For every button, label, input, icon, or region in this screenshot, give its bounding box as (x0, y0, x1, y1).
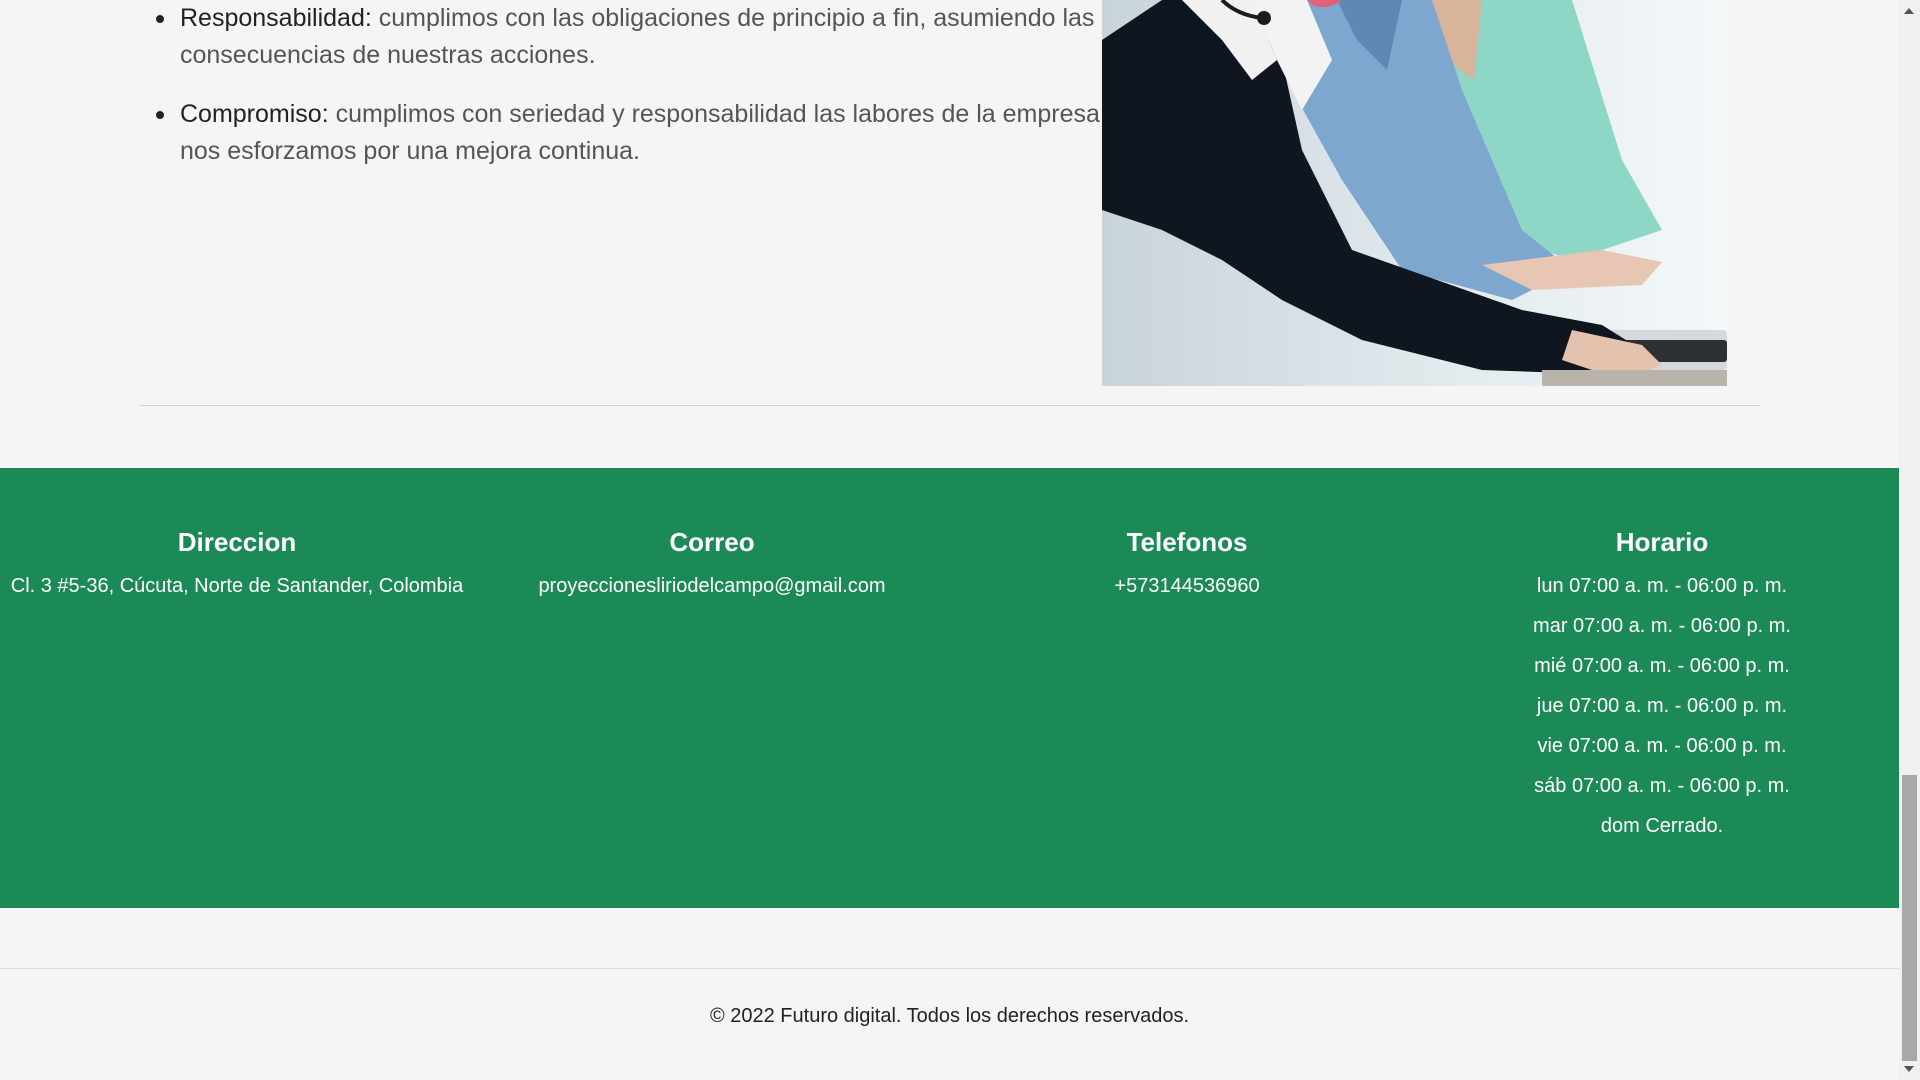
schedule-heading: Horario (1615, 527, 1709, 557)
vertical-scrollbar[interactable] (1899, 0, 1920, 1080)
schedule-day: mié 07:00 a. m. - 06:00 p. m. (1534, 655, 1790, 677)
section-divider (140, 405, 1760, 406)
page-content: Responsabilidad: cumplimos con las oblig… (0, 0, 1899, 1080)
email-heading: Correo (669, 527, 755, 557)
footer-rule (0, 968, 1899, 969)
phones-heading: Telefonos (1126, 527, 1248, 557)
list-item: Compromiso: cumplimos con seriedad y res… (156, 96, 1120, 170)
values-list: Responsabilidad: cumplimos con las oblig… (140, 0, 1120, 192)
schedule-column: Horario lun 07:00 a. m. - 06:00 p. m. ma… (1425, 526, 1899, 846)
value-term: Responsabilidad: (180, 4, 372, 32)
scroll-down-icon[interactable] (1904, 1066, 1914, 1072)
copyright-text: © 2022 Futuro digital. Todos los derecho… (709, 1005, 1190, 1027)
scroll-up-icon[interactable] (1904, 8, 1914, 14)
schedule-day: dom Cerrado. (1600, 815, 1724, 837)
value-term: Compromiso: (180, 100, 329, 128)
email-column: Correo proyeccionesliriodelcampo@gmail.c… (475, 526, 949, 606)
call-center-illustration (1102, 0, 1727, 386)
address-value: Cl. 3 #5-36, Cúcuta, Norte de Santander,… (10, 575, 464, 597)
contact-footer: Direccion Cl. 3 #5-36, Cúcuta, Norte de … (0, 468, 1899, 908)
bullet-icon (156, 15, 164, 23)
list-item: Responsabilidad: cumplimos con las oblig… (156, 0, 1120, 74)
call-center-photo (1102, 0, 1727, 386)
schedule-day: sáb 07:00 a. m. - 06:00 p. m. (1534, 775, 1790, 797)
schedule-day: lun 07:00 a. m. - 06:00 p. m. (1536, 575, 1788, 597)
phone-value[interactable]: +573144536960 (950, 566, 1424, 606)
address-heading: Direccion (177, 527, 297, 557)
phones-column: Telefonos +573144536960 (950, 526, 1424, 606)
page: Responsabilidad: cumplimos con las oblig… (0, 0, 1920, 1080)
schedule-day: jue 07:00 a. m. - 06:00 p. m. (1536, 695, 1788, 717)
address-column: Direccion Cl. 3 #5-36, Cúcuta, Norte de … (0, 526, 474, 606)
schedule-day: mar 07:00 a. m. - 06:00 p. m. (1533, 615, 1791, 637)
email-value[interactable]: proyeccionesliriodelcampo@gmail.com (475, 566, 949, 606)
scrollbar-thumb[interactable] (1902, 775, 1917, 1061)
bullet-icon (156, 111, 164, 119)
schedule-day: vie 07:00 a. m. - 06:00 p. m. (1537, 735, 1787, 757)
